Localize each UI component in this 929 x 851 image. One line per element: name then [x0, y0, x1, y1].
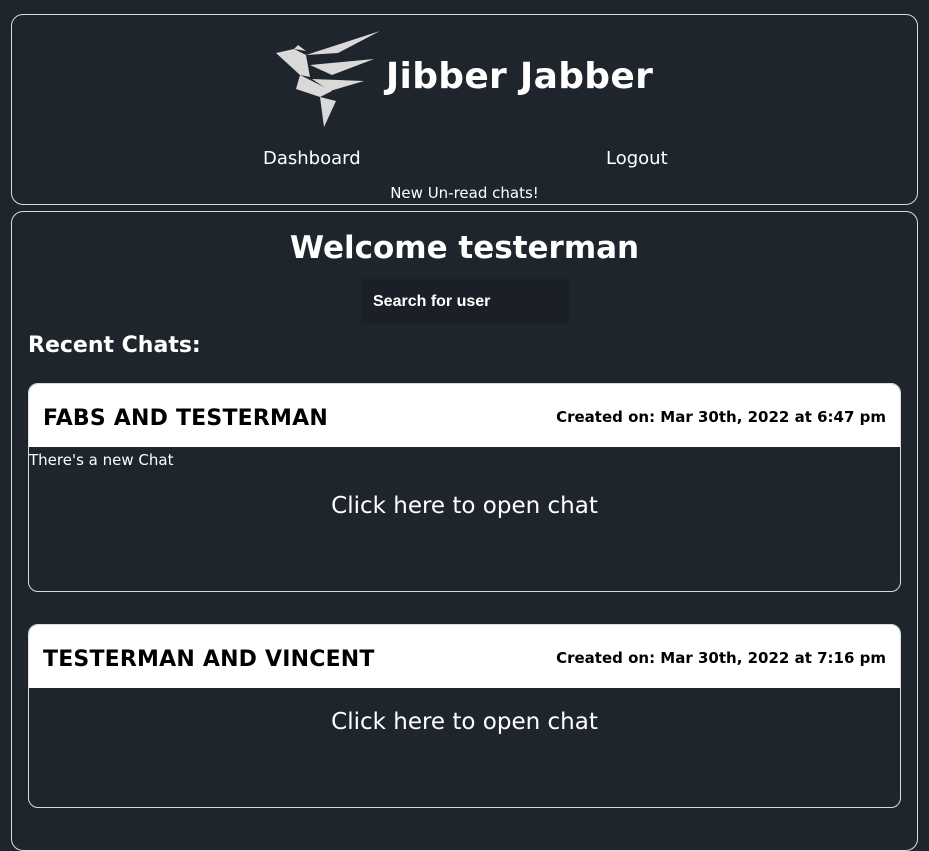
chat-created-date: Created on: Mar 30th, 2022 at 7:16 pm — [556, 649, 886, 667]
nav-logout-link[interactable]: Logout — [606, 148, 668, 169]
app-title: Jibber Jabber — [385, 55, 654, 97]
chat-card[interactable]: TESTERMAN AND VINCENT Created on: Mar 30… — [28, 624, 901, 808]
chat-title: TESTERMAN AND VINCENT — [43, 647, 375, 672]
welcome-heading: Welcome testerman — [289, 230, 640, 266]
open-chat-link[interactable]: Click here to open chat — [29, 493, 900, 519]
chat-card-header: TESTERMAN AND VINCENT Created on: Mar 30… — [29, 625, 900, 688]
unread-chats-notice: New Un-read chats! — [390, 184, 539, 202]
recent-chats-heading: Recent Chats: — [28, 333, 201, 358]
app-header: Jibber Jabber Dashboard Logout New Un-re… — [11, 14, 918, 205]
chat-title: FABS AND TESTERMAN — [43, 406, 328, 431]
open-chat-link[interactable]: Click here to open chat — [29, 709, 900, 735]
search-user-input[interactable] — [361, 279, 569, 324]
bird-logo-icon — [275, 31, 380, 127]
new-chat-indicator: There's a new Chat — [29, 451, 174, 469]
dashboard-panel: Welcome testerman Recent Chats: FABS AND… — [11, 211, 918, 851]
nav-dashboard-link[interactable]: Dashboard — [263, 148, 361, 169]
brand: Jibber Jabber — [12, 29, 917, 129]
chat-card-header: FABS AND TESTERMAN Created on: Mar 30th,… — [29, 384, 900, 447]
chat-created-date: Created on: Mar 30th, 2022 at 6:47 pm — [556, 408, 886, 426]
chat-card[interactable]: FABS AND TESTERMAN Created on: Mar 30th,… — [28, 383, 901, 592]
